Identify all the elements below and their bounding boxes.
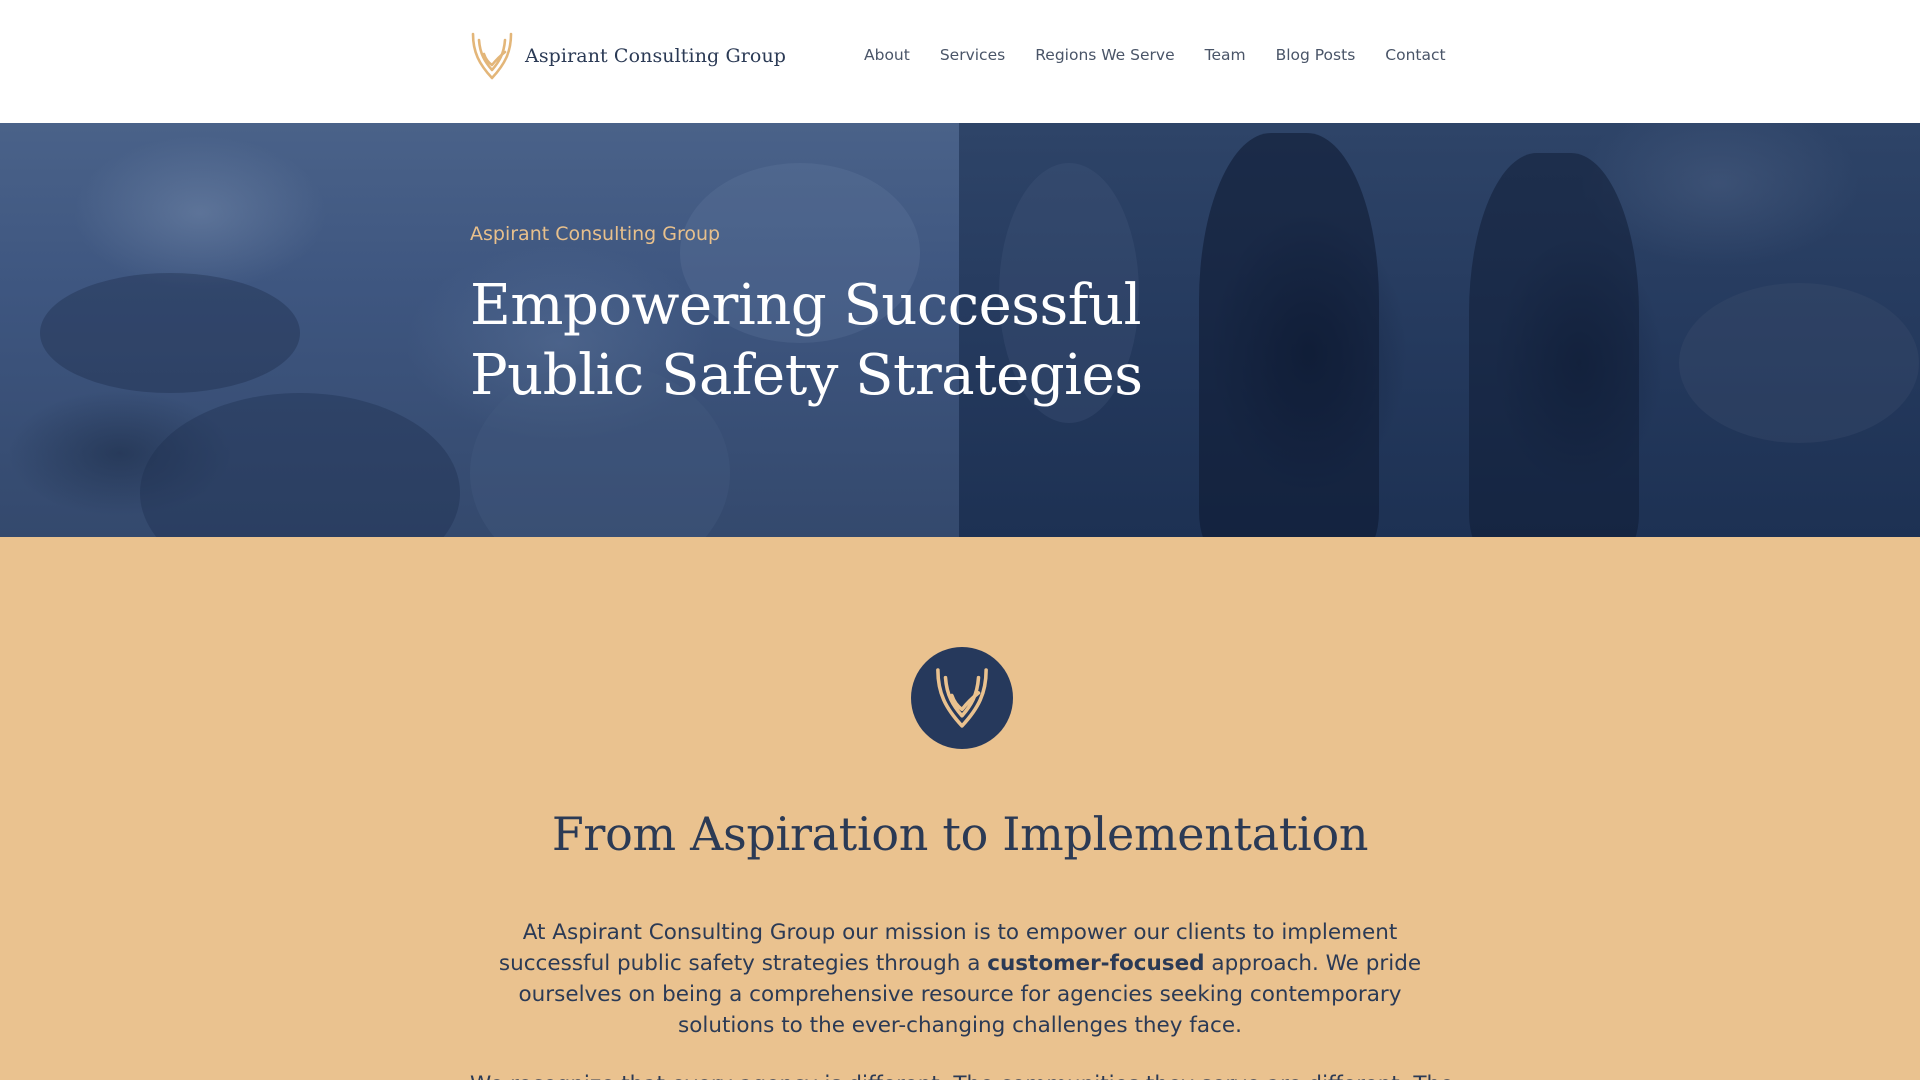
- nav-services[interactable]: Services: [940, 46, 1005, 64]
- hero-title-line-1: Empowering Successful: [470, 273, 1142, 338]
- mission-title: From Aspiration to Implementation: [551, 807, 1369, 861]
- site-header: Aspirant Consulting Group About Services…: [0, 0, 1920, 123]
- aspirant-logo-icon: [471, 32, 513, 80]
- mission-paragraph: At Aspirant Consulting Group our mission…: [470, 917, 1450, 1041]
- nav-team[interactable]: Team: [1205, 46, 1246, 64]
- nav-contact[interactable]: Contact: [1385, 46, 1445, 64]
- brand-logo-link[interactable]: Aspirant Consulting Group: [469, 28, 786, 84]
- hero-title-line-2: Public Safety Strategies: [470, 343, 1143, 408]
- hero-banner: Aspirant Consulting Group Empowering Suc…: [0, 123, 1920, 537]
- nav-about[interactable]: About: [864, 46, 910, 64]
- nav-blog-posts[interactable]: Blog Posts: [1276, 46, 1356, 64]
- aspirant-emblem-icon: [936, 668, 988, 728]
- hero-title: Empowering Successful Public Safety Stra…: [470, 271, 1170, 411]
- mission-section: From Aspiration to Implementation At Asp…: [0, 537, 1920, 1080]
- mission-paragraph-2: We recognize that every agency is differ…: [470, 1069, 1450, 1080]
- brand-name: Aspirant Consulting Group: [525, 45, 787, 67]
- mission-text-bold: customer-focused: [987, 951, 1205, 976]
- hero-eyebrow: Aspirant Consulting Group: [470, 223, 721, 245]
- nav-regions-we-serve[interactable]: Regions We Serve: [1035, 46, 1174, 64]
- main-nav: About Services Regions We Serve Team Blo…: [864, 46, 1446, 64]
- mission-emblem: [911, 647, 1013, 749]
